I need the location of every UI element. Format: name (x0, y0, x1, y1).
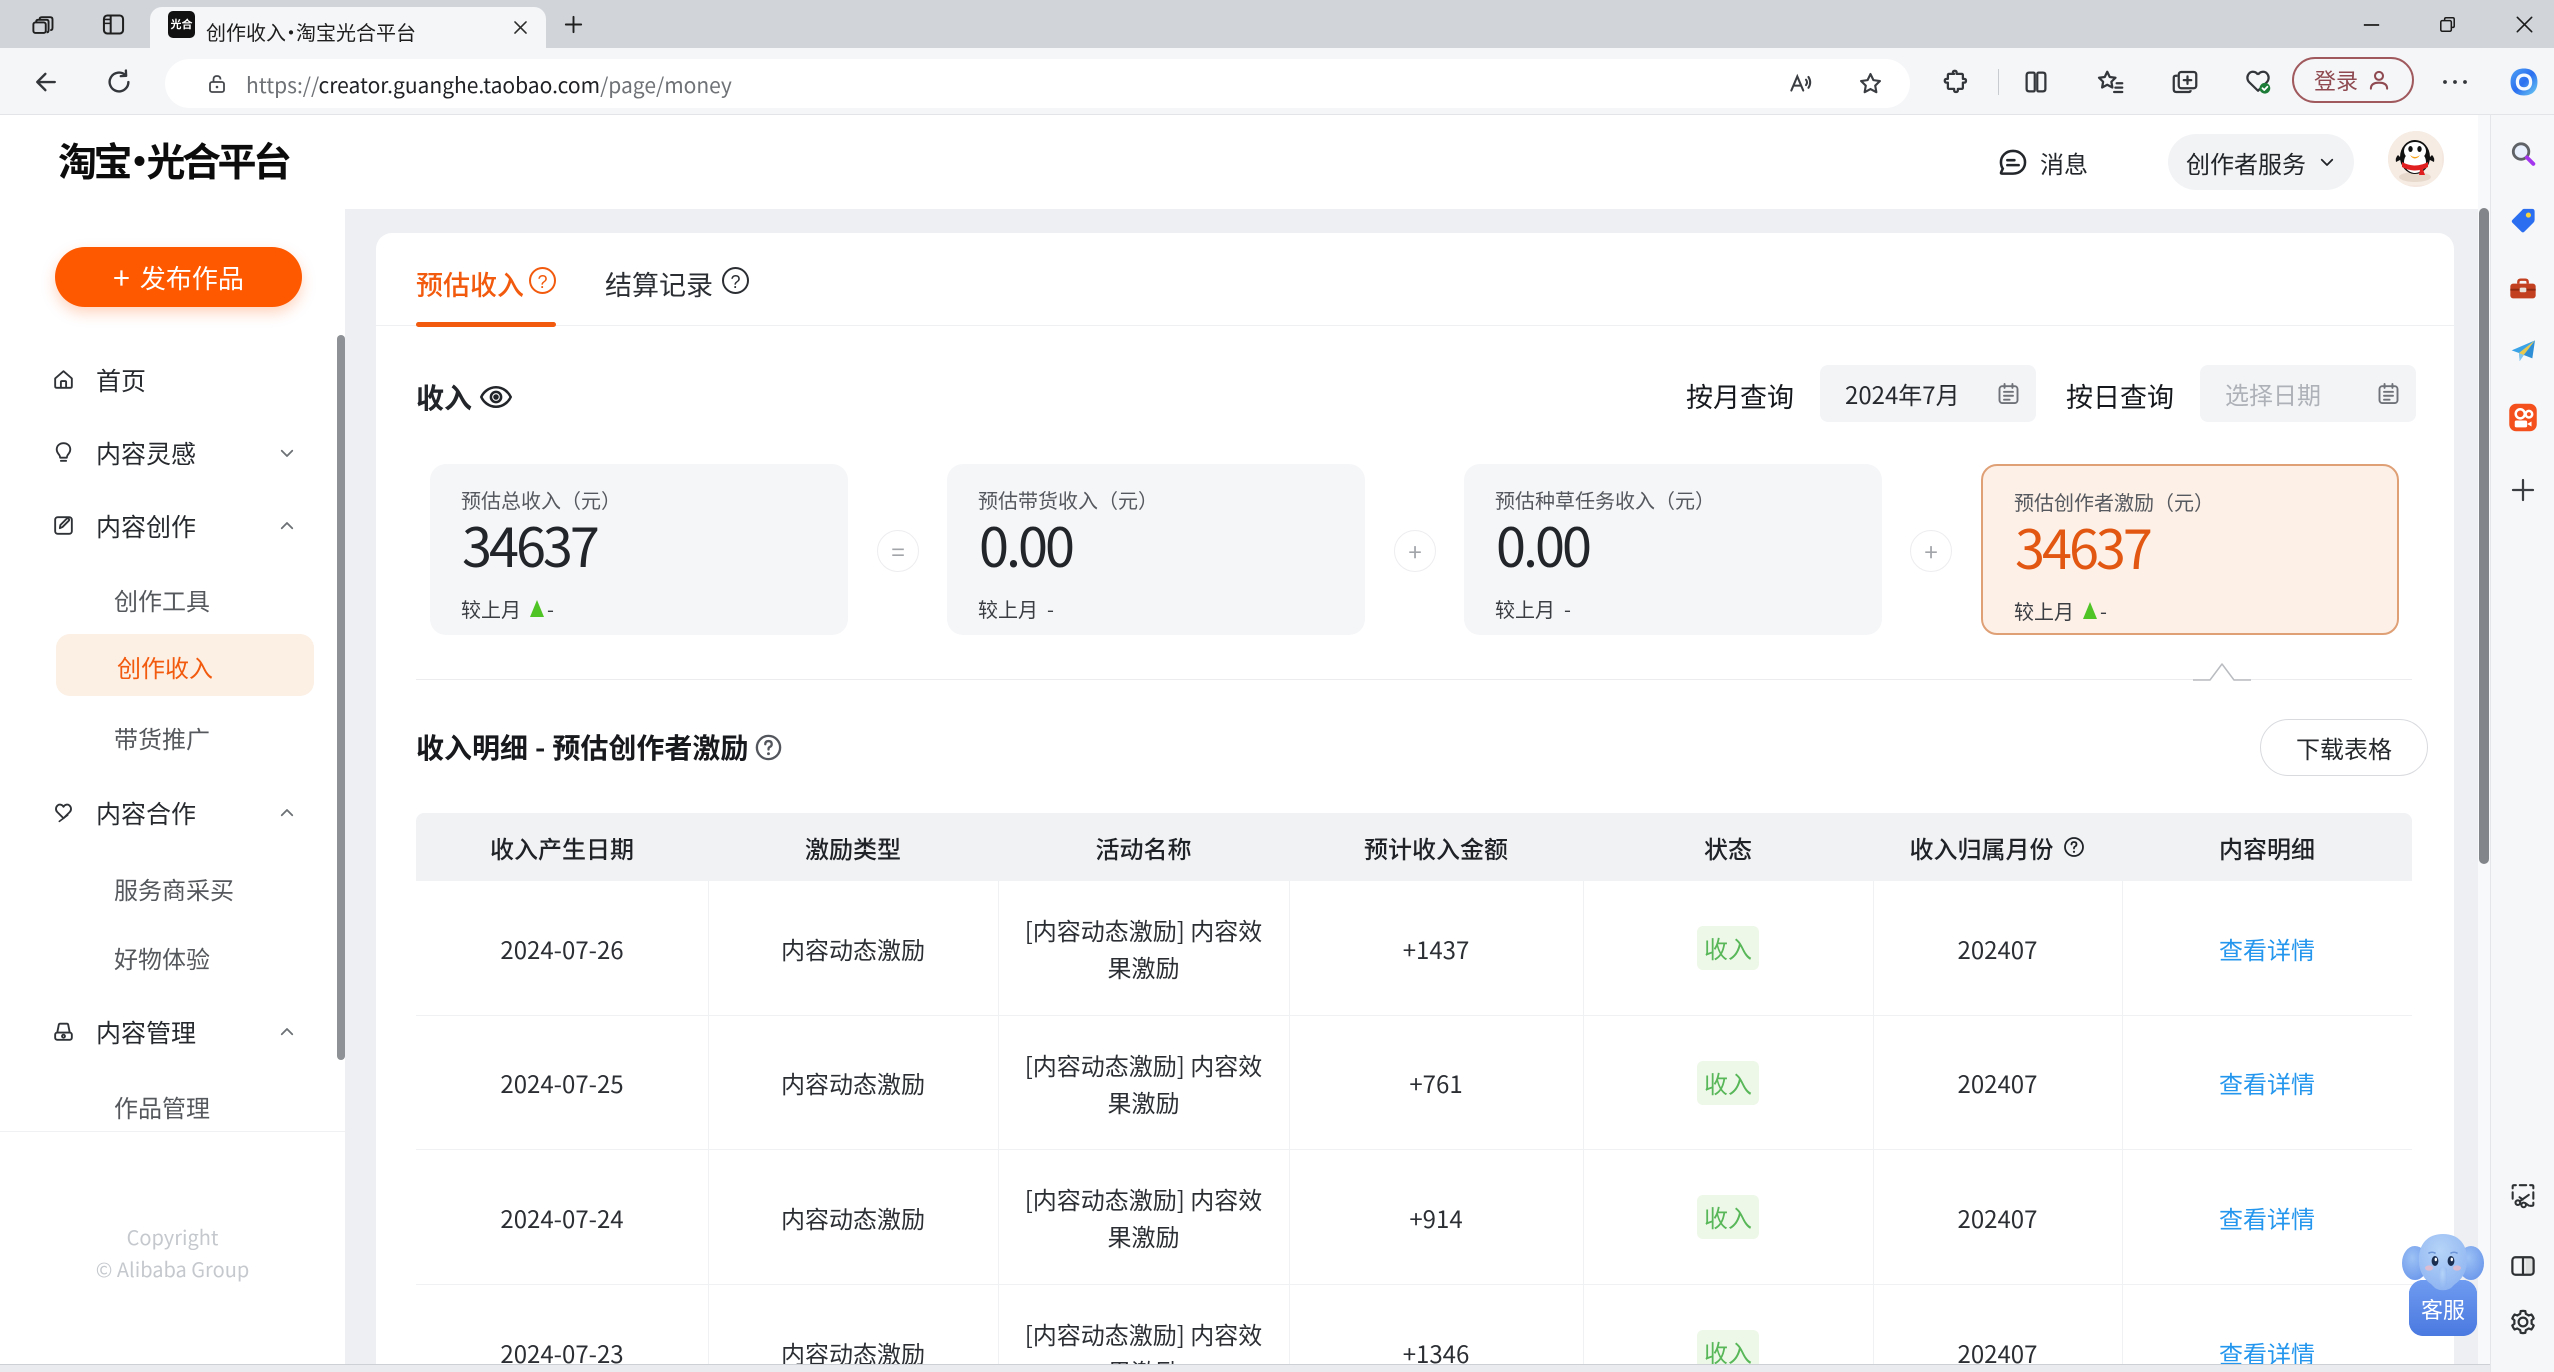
svg-text:客服: 客服 (2421, 1293, 2465, 1325)
